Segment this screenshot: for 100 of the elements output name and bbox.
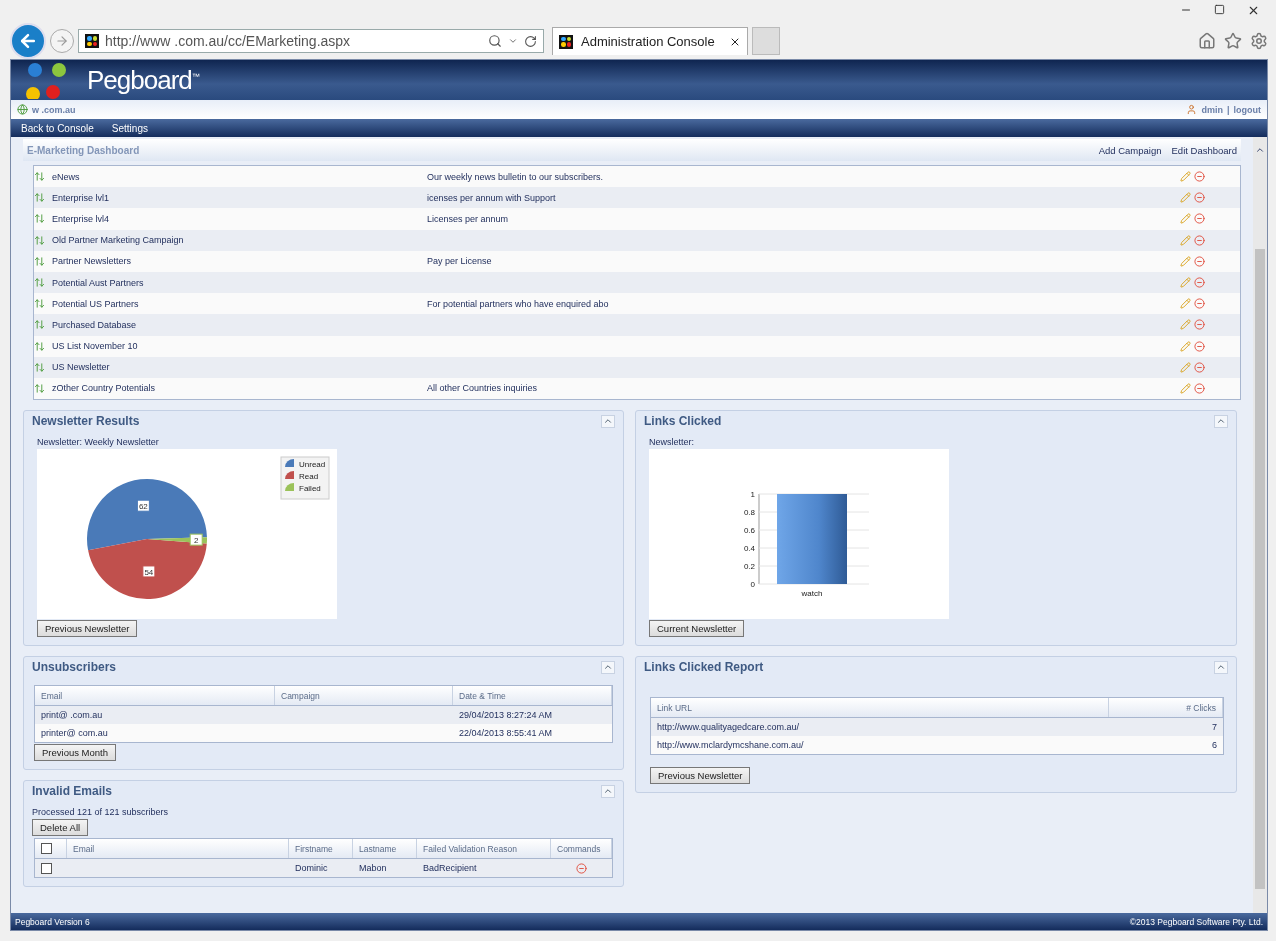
processed-summary: Processed 121 of 121 subscribers (32, 807, 169, 818)
campaign-description: Our weekly news bulletin to our subscribers. (427, 171, 605, 182)
user-link[interactable]: dmin (1201, 104, 1223, 115)
forward-button[interactable] (50, 29, 74, 53)
checkbox[interactable] (41, 862, 52, 874)
campaign-name: Potential US Partners (52, 298, 140, 309)
caret-icon[interactable] (508, 36, 518, 46)
delete-icon[interactable] (1194, 277, 1205, 289)
column-header[interactable]: Date & Time (453, 686, 612, 706)
legend-label: Read (299, 472, 319, 482)
dashboard-link[interactable]: Edit Dashboard (1171, 144, 1237, 156)
scrollbar[interactable] (1253, 137, 1267, 913)
column-header[interactable]: Failed Validation Reason (417, 839, 551, 859)
delete-icon[interactable] (1194, 382, 1205, 394)
reorder-icon[interactable] (34, 382, 45, 394)
browser-tab[interactable]: Administration Console (552, 27, 748, 55)
campaign-name: Purchased Database (52, 319, 138, 330)
logout-link[interactable]: logout (1233, 104, 1261, 115)
panel-title: Links Clicked (644, 414, 722, 429)
edit-icon[interactable] (1180, 171, 1191, 183)
data-label: 54 (144, 568, 154, 578)
edit-icon[interactable] (1180, 234, 1191, 246)
previous-newsletter-button[interactable]: Previous Newsletter (37, 620, 138, 638)
edit-icon[interactable] (1180, 255, 1191, 267)
checkbox[interactable] (41, 843, 52, 855)
column-header[interactable]: Email (35, 686, 275, 706)
maximize-icon[interactable] (1214, 4, 1225, 15)
campaign-name: zOther Country Potentials (52, 383, 157, 394)
search-icon[interactable] (488, 34, 502, 48)
column-header[interactable]: Link URL (651, 698, 1109, 718)
campaign-description: Licenses per annum (427, 213, 510, 224)
y-tick-label: 1 (750, 490, 756, 500)
separator-text: | (1226, 104, 1230, 115)
delete-all-button[interactable]: Delete All (32, 819, 89, 837)
collapse-button[interactable] (601, 660, 615, 674)
collapse-button[interactable] (1214, 414, 1228, 428)
home-icon[interactable] (1198, 32, 1216, 50)
column-header[interactable]: Campaign (275, 686, 453, 706)
campaign-name: US List November 10 (52, 341, 139, 352)
edit-icon[interactable] (1180, 340, 1191, 352)
reorder-icon[interactable] (34, 361, 45, 373)
close-icon[interactable] (1247, 4, 1260, 17)
delete-icon[interactable] (1194, 340, 1205, 352)
reorder-icon[interactable] (34, 192, 45, 204)
delete-icon[interactable] (1194, 213, 1205, 225)
panel-title: Invalid Emails (32, 784, 113, 799)
dashboard-title: E-Marketing Dashboard (27, 144, 140, 156)
column-header[interactable]: Lastname (353, 839, 417, 859)
edit-icon[interactable] (1180, 192, 1191, 204)
site-link[interactable]: w .com.au (32, 104, 76, 115)
reorder-icon[interactable] (34, 277, 45, 289)
y-tick-label: 0.4 (743, 544, 756, 554)
edit-icon[interactable] (1180, 213, 1191, 225)
new-tab-button[interactable] (752, 27, 780, 55)
reorder-icon[interactable] (34, 171, 45, 183)
collapse-button[interactable] (1214, 660, 1228, 674)
newsletter-label: Newsletter: Weekly Newsletter (37, 437, 159, 448)
delete-icon[interactable] (1194, 255, 1205, 267)
chevron-up-icon[interactable] (1255, 145, 1265, 155)
reorder-icon[interactable] (34, 234, 45, 246)
column-header[interactable]: Email (67, 839, 289, 859)
address-field[interactable]: http://www .com.au/cc/EMarketing.aspx (78, 29, 544, 53)
edit-icon[interactable] (1180, 298, 1191, 310)
star-icon[interactable] (1224, 32, 1242, 50)
edit-icon[interactable] (1180, 361, 1191, 373)
reorder-icon[interactable] (34, 319, 45, 331)
nav-link[interactable]: Back to Console (21, 122, 94, 134)
previous-newsletter-button[interactable]: Previous Newsletter (650, 767, 751, 785)
delete-icon[interactable] (1194, 361, 1205, 373)
reorder-icon[interactable] (34, 255, 45, 267)
dashboard-link[interactable]: Add Campaign (1098, 144, 1162, 156)
delete-icon[interactable] (1194, 192, 1205, 204)
edit-icon[interactable] (1180, 277, 1191, 289)
collapse-button[interactable] (601, 414, 615, 428)
reorder-icon[interactable] (34, 298, 45, 310)
edit-icon[interactable] (1180, 382, 1191, 394)
legend-label: Unread (299, 460, 326, 470)
column-header[interactable]: # Clicks (1109, 698, 1223, 718)
delete-icon[interactable] (1194, 171, 1205, 183)
delete-icon[interactable] (1194, 234, 1205, 246)
current-newsletter-button[interactable]: Current Newsletter (649, 620, 745, 638)
campaign-name: Partner Newsletters (52, 256, 133, 267)
column-header[interactable]: Firstname (289, 839, 353, 859)
reorder-icon[interactable] (34, 340, 45, 352)
previous-month-button[interactable]: Previous Month (34, 744, 116, 762)
nav-link[interactable]: Settings (111, 122, 148, 134)
back-button[interactable] (10, 23, 46, 59)
panel-title: Links Clicked Report (644, 660, 764, 675)
reorder-icon[interactable] (34, 213, 45, 225)
delete-icon[interactable] (1194, 298, 1205, 310)
lastname-cell-text: Mabon (358, 863, 388, 874)
arrow-right-icon (55, 34, 69, 48)
settings-icon[interactable] (1250, 32, 1268, 50)
pie-chart: 62 54 2 Unread Read Failed (37, 449, 337, 620)
delete-icon[interactable] (576, 862, 587, 874)
edit-icon[interactable] (1180, 319, 1191, 331)
refresh-icon[interactable] (524, 34, 537, 48)
column-header[interactable]: Commands (551, 839, 612, 859)
delete-icon[interactable] (1194, 319, 1205, 331)
collapse-button[interactable] (601, 784, 615, 798)
